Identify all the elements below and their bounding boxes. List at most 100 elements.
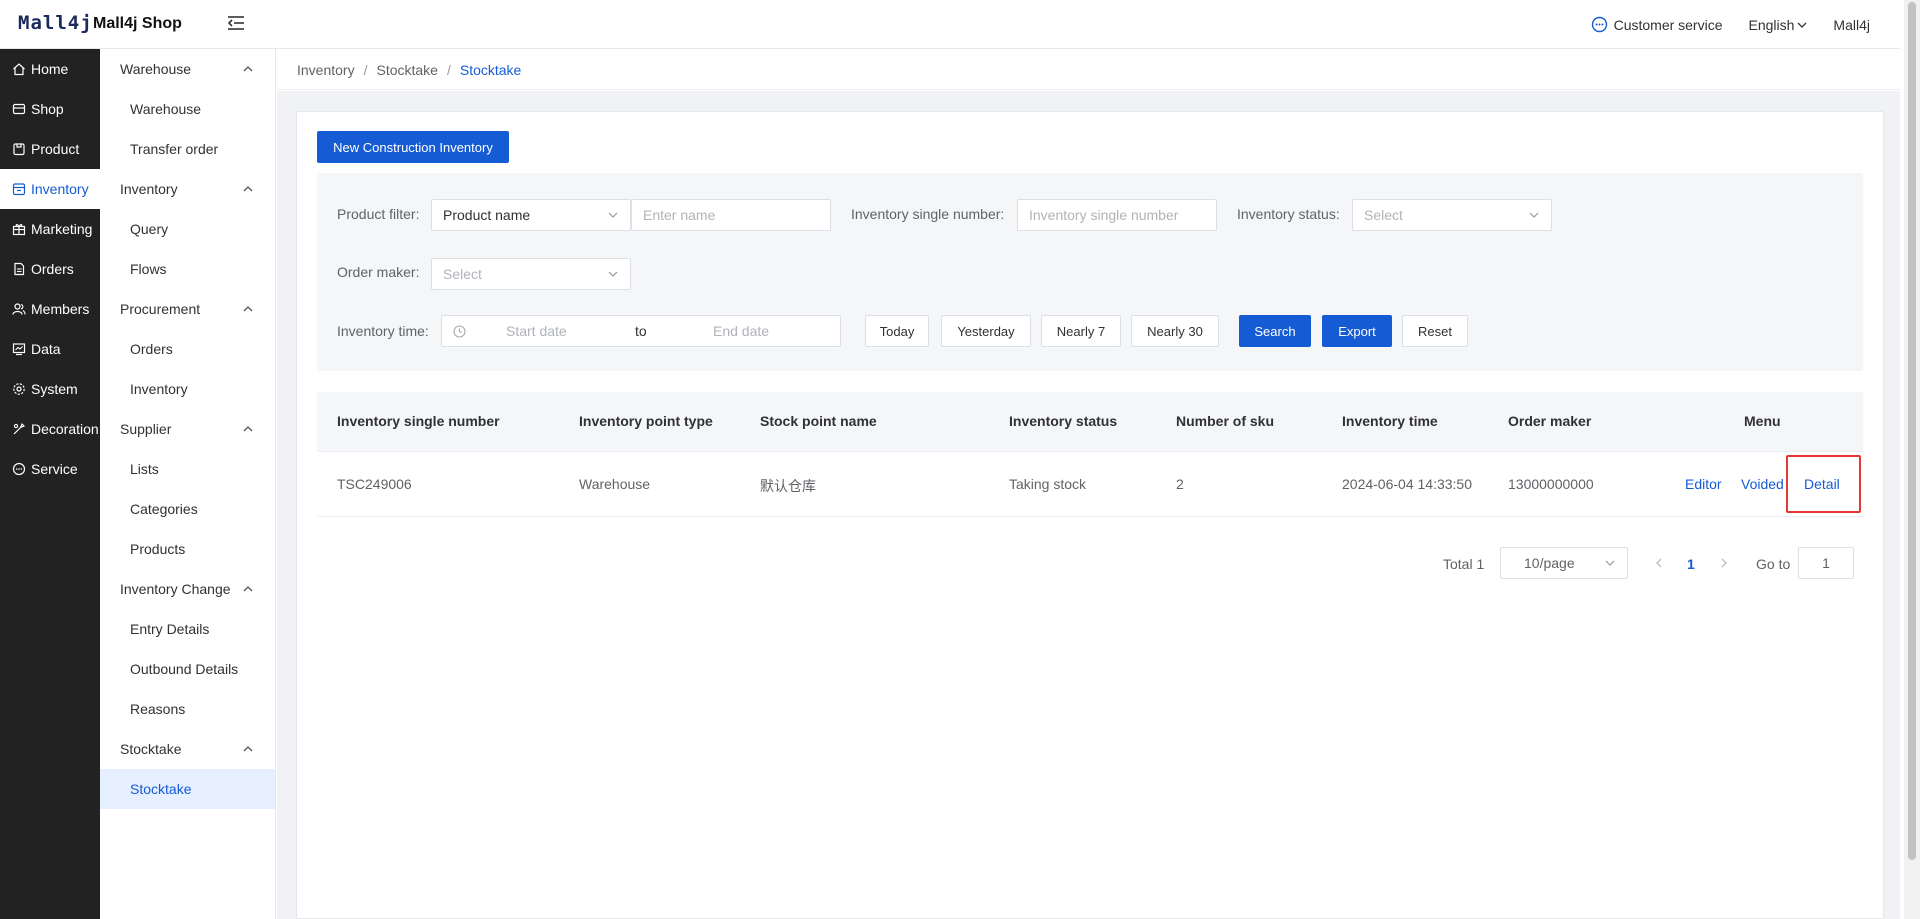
- yesterday-button[interactable]: Yesterday: [941, 315, 1031, 347]
- page-scrollbar[interactable]: [1904, 0, 1920, 919]
- subnav-item-categories[interactable]: Categories: [100, 489, 275, 529]
- nav-item-service[interactable]: Service: [0, 449, 100, 489]
- breadcrumb: Inventory / Stocktake / Stocktake: [277, 50, 1900, 90]
- start-date-placeholder: Start date: [506, 323, 567, 339]
- nav-label: Decoration: [31, 421, 99, 437]
- inventory-time-label: Inventory time:: [337, 323, 429, 339]
- group-label: Inventory: [120, 181, 178, 197]
- nav-item-inventory[interactable]: Inventory: [0, 169, 100, 209]
- subnav-group-inventory[interactable]: Inventory: [100, 169, 275, 209]
- reset-button[interactable]: Reset: [1402, 315, 1468, 347]
- group-label: Supplier: [120, 421, 172, 437]
- detail-highlight-box: [1786, 455, 1861, 513]
- chat-icon: [12, 462, 26, 476]
- status-label: Inventory status:: [1237, 206, 1340, 222]
- nav-item-marketing[interactable]: Marketing: [0, 209, 100, 249]
- home-icon: [13, 63, 25, 76]
- cell-maker: 13000000000: [1508, 476, 1594, 492]
- subnav-group-stocktake[interactable]: Stocktake: [100, 729, 275, 769]
- language-select[interactable]: English: [1749, 17, 1808, 33]
- product-name-input[interactable]: Enter name: [631, 199, 831, 231]
- collapse-menu-icon[interactable]: [226, 14, 246, 32]
- subnav-item-procurement-inventory[interactable]: Inventory: [100, 369, 275, 409]
- customer-service-link[interactable]: Customer service: [1591, 16, 1723, 33]
- chevron-up-icon: [243, 66, 253, 72]
- nav-item-orders[interactable]: Orders: [0, 249, 100, 289]
- language-label: English: [1748, 16, 1795, 33]
- subnav-item-transfer-order[interactable]: Transfer order: [100, 129, 275, 169]
- subnav-item-flows[interactable]: Flows: [100, 249, 275, 289]
- page-size-select[interactable]: 10/page: [1500, 547, 1628, 579]
- order-maker-select[interactable]: Select: [431, 258, 631, 290]
- subnav-group-supplier[interactable]: Supplier: [100, 409, 275, 449]
- gear-icon: [13, 383, 25, 395]
- nav-item-system[interactable]: System: [0, 369, 100, 409]
- subnav-group-inventory-change[interactable]: Inventory Change: [100, 569, 275, 609]
- voided-link[interactable]: Voided: [1741, 476, 1784, 492]
- end-date-placeholder: End date: [713, 323, 770, 339]
- subnav-item-orders[interactable]: Orders: [100, 329, 275, 369]
- column-header: Number of sku: [1176, 413, 1275, 429]
- subnav-item-stocktake[interactable]: Stocktake: [100, 769, 275, 809]
- chevron-up-icon: [243, 586, 253, 592]
- data-icon: [12, 343, 26, 356]
- orders-icon: [14, 262, 25, 276]
- breadcrumb-item[interactable]: Stocktake: [376, 62, 437, 78]
- scrollbar-thumb[interactable]: [1908, 2, 1916, 860]
- status-select[interactable]: Select: [1352, 199, 1552, 231]
- today-button[interactable]: Today: [865, 315, 929, 347]
- search-button[interactable]: Search: [1239, 315, 1311, 347]
- nav-item-product[interactable]: Product: [0, 129, 100, 169]
- chevron-down-icon: [608, 212, 618, 218]
- date-range-picker[interactable]: Start date to End date: [441, 315, 841, 347]
- single-number-label: Inventory single number:: [851, 206, 1005, 222]
- nav-item-home[interactable]: Home: [0, 49, 100, 89]
- members-icon: [12, 303, 26, 315]
- editor-link[interactable]: Editor: [1685, 476, 1722, 492]
- cell-status: Taking stock: [1009, 476, 1087, 492]
- nav-item-decoration[interactable]: Decoration: [0, 409, 100, 449]
- input-placeholder: Enter name: [643, 207, 716, 223]
- subnav-item-products[interactable]: Products: [100, 529, 275, 569]
- product-filter-type-select[interactable]: Product name: [431, 199, 631, 231]
- gift-icon: [12, 224, 26, 236]
- chevron-down-icon: [1605, 560, 1615, 566]
- logo[interactable]: Mall4j: [18, 12, 93, 34]
- column-header: Inventory point type: [579, 413, 713, 429]
- nav-item-data[interactable]: Data: [0, 329, 100, 369]
- column-header: Inventory time: [1342, 413, 1438, 429]
- subnav-group-warehouse[interactable]: Warehouse: [100, 49, 275, 89]
- subnav-item-query[interactable]: Query: [100, 209, 275, 249]
- group-label: Inventory Change: [120, 581, 231, 597]
- subnav-item-entry-details[interactable]: Entry Details: [100, 609, 275, 649]
- nav-label: Inventory: [31, 181, 89, 197]
- subnav-item-warehouse[interactable]: Warehouse: [100, 89, 275, 129]
- next-page-icon[interactable]: [1719, 558, 1729, 568]
- nav-item-shop[interactable]: Shop: [0, 89, 100, 129]
- nav-label: Home: [31, 61, 69, 77]
- column-header: Inventory status: [1009, 413, 1118, 429]
- subnav-item-lists[interactable]: Lists: [100, 449, 275, 489]
- breadcrumb-separator: /: [363, 61, 368, 78]
- nearly-30-button[interactable]: Nearly 30: [1131, 315, 1219, 347]
- nav-label: System: [31, 381, 78, 397]
- shop-name: Mall4j Shop: [93, 15, 182, 32]
- new-construction-inventory-button[interactable]: New Construction Inventory: [317, 131, 509, 163]
- chevron-up-icon: [243, 746, 253, 752]
- subnav-item-outbound-details[interactable]: Outbound Details: [100, 649, 275, 689]
- current-page[interactable]: 1: [1687, 556, 1695, 572]
- user-name[interactable]: Mall4j: [1833, 17, 1870, 33]
- export-button[interactable]: Export: [1322, 315, 1392, 347]
- breadcrumb-item[interactable]: Inventory: [297, 62, 355, 78]
- column-header: Inventory single number: [337, 413, 500, 429]
- single-number-input[interactable]: Inventory single number: [1017, 199, 1217, 231]
- subnav-group-procurement[interactable]: Procurement: [100, 289, 275, 329]
- breadcrumb-current: Stocktake: [459, 61, 522, 78]
- decoration-icon: [13, 422, 26, 435]
- nearly-7-button[interactable]: Nearly 7: [1041, 315, 1121, 347]
- goto-page-input[interactable]: 1: [1798, 547, 1854, 579]
- customer-service-label: Customer service: [1613, 16, 1723, 33]
- prev-page-icon[interactable]: [1654, 558, 1664, 568]
- subnav-item-reasons[interactable]: Reasons: [100, 689, 275, 729]
- nav-item-members[interactable]: Members: [0, 289, 100, 329]
